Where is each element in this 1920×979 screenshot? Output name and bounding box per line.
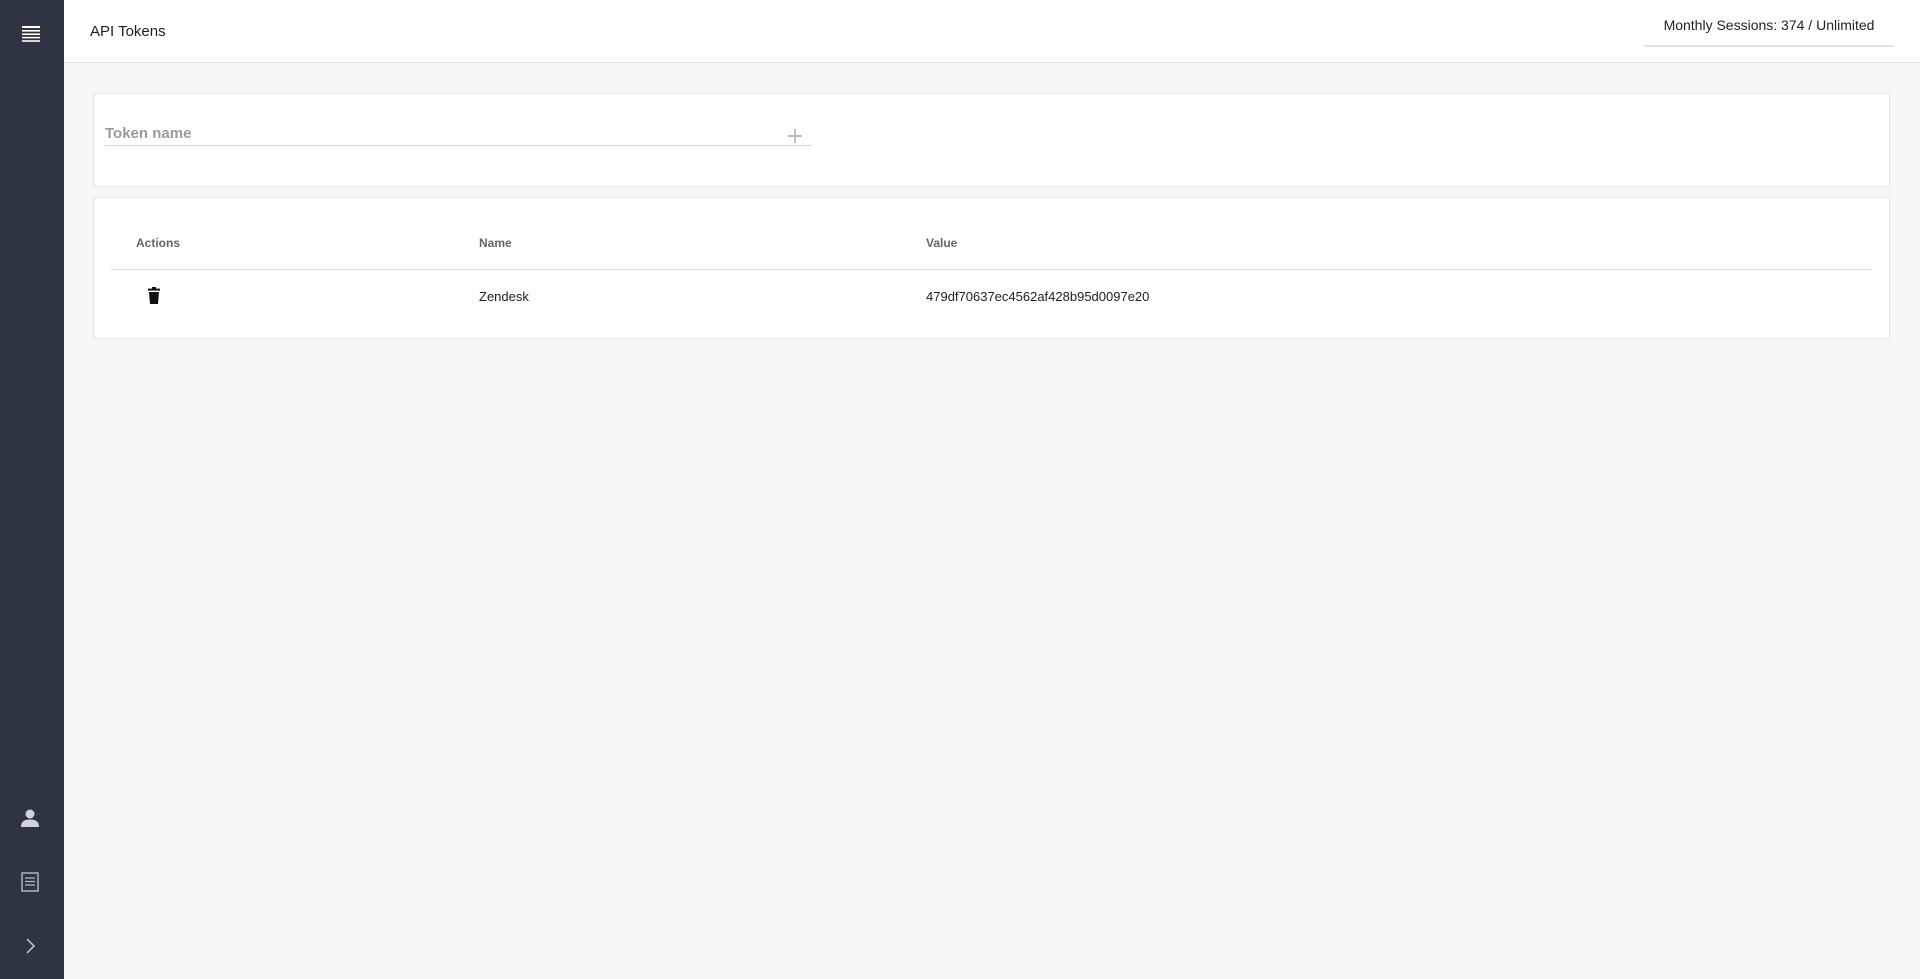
table-header: Actions Name Value (111, 222, 1872, 270)
sidebar (0, 0, 64, 979)
token-name-input[interactable] (105, 122, 812, 146)
plus-icon (788, 129, 802, 143)
column-header-value: Value (926, 236, 958, 250)
column-header-name: Name (479, 236, 512, 250)
token-create-card (93, 93, 1890, 187)
add-token-button[interactable] (785, 126, 805, 146)
page-title: API Tokens (90, 23, 166, 40)
user-icon[interactable] (18, 806, 42, 830)
monthly-sessions-indicator: Monthly Sessions: 374 / Unlimited (1644, 15, 1894, 47)
document-icon[interactable] (18, 870, 42, 894)
token-value-cell: 479df70637ec4562af428b95d0097e20 (926, 289, 1150, 304)
top-header: API Tokens Monthly Sessions: 374 / Unlim… (64, 0, 1920, 63)
trash-icon (148, 287, 160, 304)
tokens-table: Actions Name Value Zendesk 479df70637ec4… (93, 197, 1890, 339)
token-name-cell: Zendesk (479, 289, 529, 304)
chevron-right-icon[interactable] (18, 934, 42, 958)
delete-token-button[interactable] (146, 287, 162, 305)
menu-list-icon[interactable] (20, 24, 44, 44)
column-header-actions: Actions (136, 236, 181, 250)
